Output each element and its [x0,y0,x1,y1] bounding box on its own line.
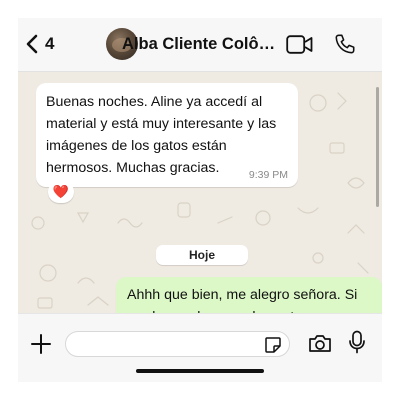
plus-icon[interactable] [30,333,52,355]
sticker-icon[interactable] [264,336,282,354]
chat-screen: 4 Alba Cliente Colô… Buenas noches. Alin… [18,18,382,382]
message-field[interactable] [65,331,290,357]
incoming-message[interactable]: Buenas noches. Aline ya accedí al materi… [36,83,298,187]
heart-icon: ❤️ [52,184,70,199]
outgoing-message[interactable]: Ahhh que bien, me alegro señora. Si prod… [116,277,382,313]
back-button[interactable]: 4 [26,34,54,54]
message-list[interactable]: Buenas noches. Aline ya accedí al materi… [18,73,382,313]
camera-icon[interactable] [308,334,332,353]
microphone-icon[interactable] [348,330,366,354]
scrollbar[interactable] [376,87,379,207]
phone-call-icon[interactable] [334,33,356,55]
chevron-left-icon [26,34,38,54]
video-call-icon[interactable] [286,35,313,54]
outgoing-message-text: Ahhh que bien, me alegro señora. Si prod… [127,287,358,313]
contact-name[interactable]: Alba Cliente Colô… [122,35,276,54]
chat-header: 4 Alba Cliente Colô… [18,18,382,72]
message-time: 9:39 PM [248,169,288,181]
message-input[interactable] [76,335,256,355]
home-indicator [136,369,264,373]
unread-count: 4 [45,34,55,53]
incoming-message-text: Buenas noches. Aline ya accedí al materi… [46,94,277,176]
date-divider: Hoje [156,245,248,265]
heart-reaction[interactable]: ❤️ [48,181,74,203]
composer-bar [18,313,382,382]
